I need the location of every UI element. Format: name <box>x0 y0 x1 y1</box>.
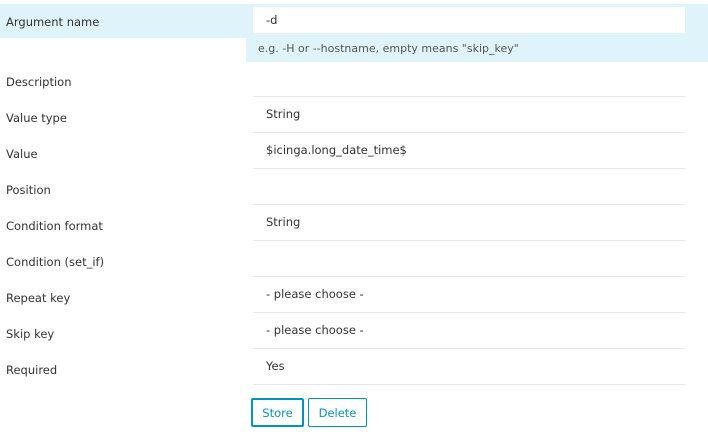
value-row: Value $icinga.long_date_time$ <box>0 132 708 169</box>
condition-set-if-row: Condition (set_if) <box>0 240 708 277</box>
condition-set-if-input[interactable] <box>253 240 685 277</box>
argument-name-input[interactable] <box>253 7 685 33</box>
repeat-key-row: Repeat key - please choose - <box>0 276 708 313</box>
value-type-label: Value type <box>6 111 67 125</box>
skip-key-select[interactable]: - please choose - <box>253 312 685 349</box>
repeat-key-label: Repeat key <box>6 291 71 305</box>
repeat-key-value: - please choose - <box>266 287 364 301</box>
store-button[interactable]: Store <box>251 398 304 427</box>
position-input[interactable] <box>253 168 685 205</box>
required-select[interactable]: Yes <box>253 348 685 385</box>
condition-format-label: Condition format <box>6 219 103 233</box>
value-label: Value <box>6 147 38 161</box>
required-value: Yes <box>266 359 285 373</box>
skip-key-value: - please choose - <box>266 323 364 337</box>
condition-format-select[interactable]: String <box>253 204 685 241</box>
delete-button[interactable]: Delete <box>308 398 367 427</box>
position-label: Position <box>6 183 51 197</box>
required-label: Required <box>6 363 58 377</box>
value-type-value: String <box>266 107 301 121</box>
argument-name-label: Argument name <box>6 15 100 29</box>
value-type-select[interactable]: String <box>253 96 685 133</box>
argument-name-row: Argument name e.g. -H or --hostname, emp… <box>0 0 708 62</box>
position-row: Position <box>0 168 708 205</box>
condition-format-value: String <box>266 215 301 229</box>
skip-key-label: Skip key <box>6 327 55 341</box>
skip-key-row: Skip key - please choose - <box>0 312 708 349</box>
required-row: Required Yes <box>0 348 708 385</box>
argument-name-hint: e.g. -H or --hostname, empty means "skip… <box>258 42 519 55</box>
description-field[interactable] <box>253 60 685 97</box>
value-input[interactable]: $icinga.long_date_time$ <box>253 132 685 169</box>
condition-format-row: Condition format String <box>0 204 708 241</box>
value-type-row: Value type String <box>0 96 708 133</box>
value-value: $icinga.long_date_time$ <box>266 143 407 157</box>
repeat-key-select[interactable]: - please choose - <box>253 276 685 313</box>
description-label: Description <box>6 75 72 89</box>
condition-set-if-label: Condition (set_if) <box>6 255 105 269</box>
description-row: Description <box>0 60 708 97</box>
